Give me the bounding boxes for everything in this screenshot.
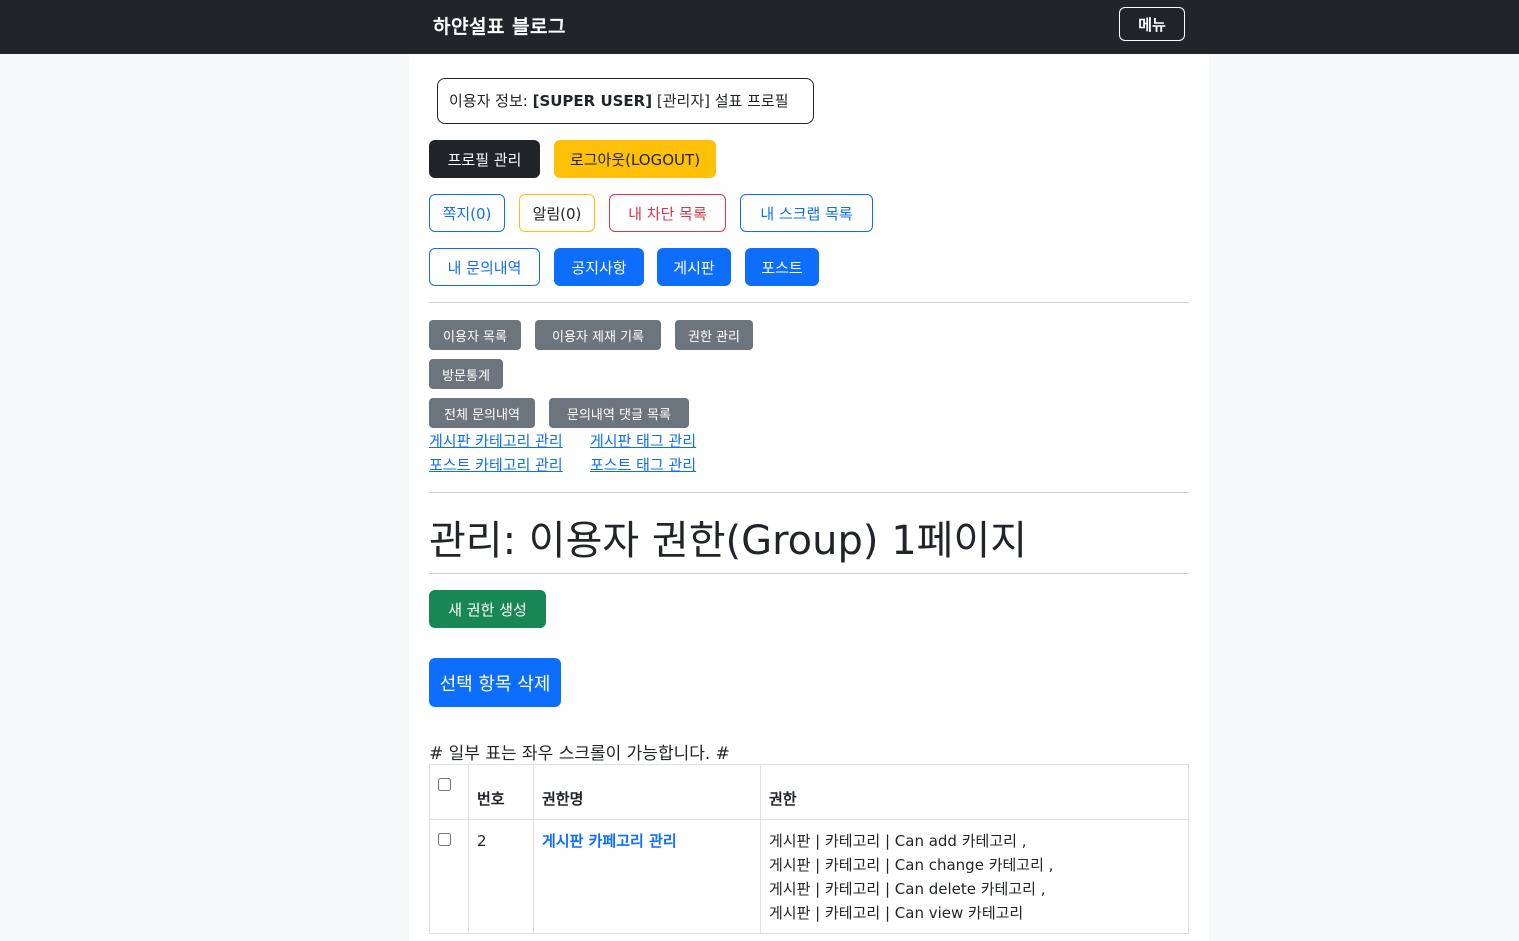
user-info-prefix: 이용자 정보: [449,92,533,110]
board-tag-link[interactable]: 게시판 태그 관리 [590,430,696,451]
row-select-cell [429,819,469,934]
permission-item: 게시판 | 카테고리 | Can add 카테고리 , [769,832,1027,850]
post-button[interactable]: 포스트 [745,248,819,286]
permission-item: 게시판 | 카테고리 | Can change 카테고리 , [769,856,1054,874]
row-permissions-cell: 게시판 | 카테고리 | Can add 카테고리 , 게시판 | 카테고리 |… [760,819,1189,934]
divider [429,302,1189,303]
create-group-button[interactable]: 새 권한 생성 [429,590,546,628]
my-inquiries-button[interactable]: 내 문의내역 [429,248,540,286]
table-header-row: 번호 권한명 권한 [429,764,1189,820]
row-name-cell: 게시판 카페고리 관리 [533,819,761,934]
select-all-checkbox[interactable] [438,778,451,791]
table-row: 2 게시판 카페고리 관리 게시판 | 카테고리 | Can add 카테고리 … [429,819,1189,934]
admin-sanctions-button[interactable]: 이용자 제재 기록 [535,320,661,350]
header-number: 번호 [468,764,534,820]
header-name: 권한명 [533,764,761,820]
admin-stats-button[interactable]: 방문통계 [429,359,503,389]
page-title: 관리: 이용자 권한(Group) 1페이지 [429,518,1028,564]
logout-button[interactable]: 로그아웃(LOGOUT) [554,140,716,178]
top-navbar: 하얀설표 블로그 메뉴 [0,0,1519,54]
divider [429,573,1189,574]
scrap-list-button[interactable]: 내 스크랩 목록 [740,194,873,232]
menu-button[interactable]: 메뉴 [1119,7,1185,41]
permission-item: 게시판 | 카테고리 | Can delete 카테고리 , [769,880,1046,898]
user-name: [관리자] 설표 프로필 [652,92,789,110]
row-checkbox[interactable] [438,833,451,846]
group-table: 번호 권한명 권한 2 게시판 카페고리 관리 게시판 | 카테고리 | Can… [429,764,1189,934]
header-permissions: 권한 [760,764,1189,820]
admin-inquiry-comments-button[interactable]: 문의내역 댓글 목록 [549,398,689,428]
blocked-list-button[interactable]: 내 차단 목록 [609,194,726,232]
alerts-button[interactable]: 알림(0) [519,194,595,232]
board-category-link[interactable]: 게시판 카테고리 관리 [429,430,563,451]
board-button[interactable]: 게시판 [657,248,731,286]
row-number: 2 [468,819,534,934]
user-role: [SUPER USER] [532,92,653,110]
admin-users-button[interactable]: 이용자 목록 [429,320,521,350]
user-info-box: 이용자 정보: [SUPER USER] [관리자] 설표 프로필 [437,78,814,124]
messages-button[interactable]: 쪽지(0) [429,194,505,232]
post-category-link[interactable]: 포스트 카테고리 관리 [429,454,563,475]
profile-manage-button[interactable]: 프로필 관리 [429,140,540,178]
post-tag-link[interactable]: 포스트 태그 관리 [590,454,696,475]
scroll-note: # 일부 표는 좌우 스크롤이 가능합니다. # [429,744,730,764]
divider [429,492,1189,493]
group-name-link[interactable]: 게시판 카페고리 관리 [542,832,677,850]
select-all-header [429,764,469,820]
brand-logo-text[interactable]: 하얀설표 블로그 [433,12,566,39]
notice-button[interactable]: 공지사항 [554,248,644,286]
permission-item: 게시판 | 카테고리 | Can view 카테고리 [769,904,1024,922]
delete-selected-button[interactable]: 선택 항목 삭제 [429,658,561,707]
admin-all-inquiries-button[interactable]: 전체 문의내역 [429,398,535,428]
admin-permissions-button[interactable]: 권한 관리 [675,320,753,350]
